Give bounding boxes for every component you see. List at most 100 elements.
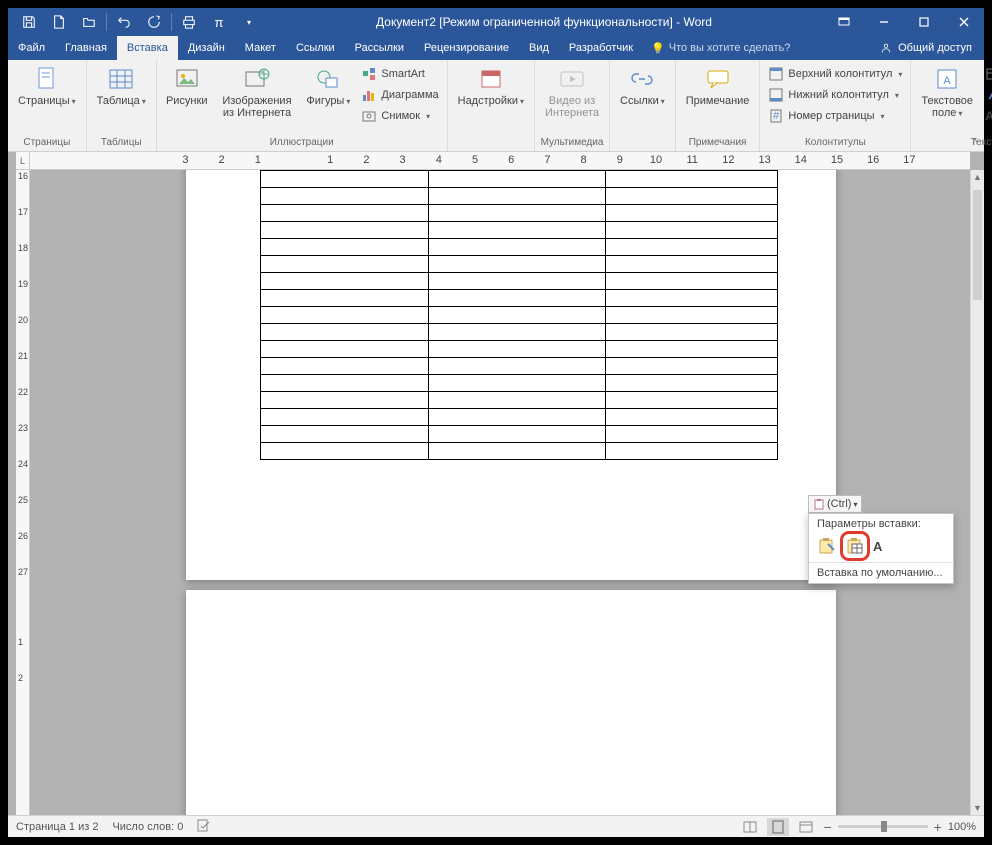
smartart-button[interactable]: SmartArt [357,64,442,84]
tab-design[interactable]: Дизайн [178,36,235,60]
online-pictures-button[interactable]: Изображения из Интернета [215,62,300,119]
web-layout-icon[interactable] [795,818,817,836]
table-cell[interactable] [429,239,606,256]
links-button[interactable]: Ссылки [614,62,671,108]
tab-file[interactable]: Файл [8,36,55,60]
maximize-button[interactable] [904,8,944,36]
tab-developer[interactable]: Разработчик [559,36,643,60]
table-cell[interactable] [261,341,429,358]
addins-button[interactable]: Надстройки [452,62,530,108]
shapes-button[interactable]: Фигуры [301,62,355,108]
screenshot-button[interactable]: Снимок [357,106,442,126]
table-cell[interactable] [429,375,606,392]
table-cell[interactable] [606,171,778,188]
table-cell[interactable] [261,222,429,239]
share-button[interactable]: Общий доступ [868,36,984,60]
table-cell[interactable] [606,256,778,273]
table-cell[interactable] [261,358,429,375]
table-cell[interactable] [606,341,778,358]
table-cell[interactable] [261,290,429,307]
table-cell[interactable] [429,205,606,222]
paste-keep-source-icon[interactable] [815,534,839,558]
document-table[interactable] [260,170,778,460]
new-doc-icon[interactable] [44,8,74,36]
table-cell[interactable] [261,443,429,460]
save-icon[interactable] [14,8,44,36]
table-cell[interactable] [429,443,606,460]
table-cell[interactable] [261,409,429,426]
paste-options-button[interactable]: (Ctrl)▾ [808,495,862,513]
vertical-scrollbar[interactable]: ▲ ▼ [970,170,984,815]
table-cell[interactable] [606,222,778,239]
tab-view[interactable]: Вид [519,36,559,60]
tab-insert[interactable]: Вставка [117,36,178,60]
table-cell[interactable] [261,392,429,409]
proofing-icon[interactable] [197,818,211,835]
tell-me-search[interactable]: 💡 Что вы хотите сделать? [651,36,790,60]
qat-customize-icon[interactable]: ▾ [234,8,264,36]
table-cell[interactable] [606,358,778,375]
table-cell[interactable] [606,290,778,307]
table-cell[interactable] [429,324,606,341]
tab-layout[interactable]: Макет [235,36,286,60]
table-cell[interactable] [261,273,429,290]
minimize-button[interactable] [864,8,904,36]
paste-text-only-icon[interactable]: A [873,539,882,554]
equation-icon[interactable]: π [204,8,234,36]
online-video-button[interactable]: Видео из Интернета [539,62,605,119]
table-cell[interactable] [606,324,778,341]
ruler-vertical[interactable]: 16171819202122232425262712 [16,170,30,815]
table-cell[interactable] [429,188,606,205]
table-cell[interactable] [261,188,429,205]
table-cell[interactable] [261,324,429,341]
zoom-in-icon[interactable]: + [934,819,942,835]
pages-button[interactable]: Страницы [12,62,82,108]
table-cell[interactable] [261,205,429,222]
ribbon-options-icon[interactable] [824,8,864,36]
table-cell[interactable] [606,409,778,426]
table-cell[interactable] [429,222,606,239]
document-area[interactable]: (Ctrl)▾ Параметры вставки: A Вставка по … [30,170,970,815]
undo-icon[interactable] [109,8,139,36]
word-count[interactable]: Число слов: 0 [112,821,183,833]
table-cell[interactable] [429,290,606,307]
chart-button[interactable]: Диаграмма [357,85,442,105]
comment-button[interactable]: Примечание [680,62,756,107]
table-cell[interactable] [261,375,429,392]
table-cell[interactable] [606,273,778,290]
ruler-horizontal[interactable]: 3211234567891011121314151617 [30,152,970,170]
tab-review[interactable]: Рецензирование [414,36,519,60]
zoom-out-icon[interactable]: − [823,819,831,835]
page-indicator[interactable]: Страница 1 из 2 [16,821,98,833]
pictures-button[interactable]: Рисунки [161,62,213,107]
table-cell[interactable] [606,239,778,256]
print-layout-icon[interactable] [767,818,789,836]
table-cell[interactable] [606,443,778,460]
table-cell[interactable] [429,409,606,426]
tab-mailings[interactable]: Рассылки [345,36,414,60]
table-button[interactable]: Таблица [91,62,152,108]
table-cell[interactable] [429,171,606,188]
zoom-slider[interactable] [838,825,928,828]
table-cell[interactable] [606,426,778,443]
wordart-button[interactable]: A [981,85,992,105]
tab-references[interactable]: Ссылки [286,36,345,60]
dropcap-button[interactable]: A≡ [981,106,992,126]
quickparts-button[interactable] [981,64,992,84]
textbox-button[interactable]: AТекстовое поле [915,62,979,120]
pagenum-button[interactable]: #Номер страницы [764,106,906,126]
close-button[interactable] [944,8,984,36]
table-cell[interactable] [261,171,429,188]
scroll-thumb[interactable] [973,190,982,300]
table-cell[interactable] [606,205,778,222]
table-cell[interactable] [261,426,429,443]
zoom-level[interactable]: 100% [948,821,976,833]
table-cell[interactable] [429,341,606,358]
table-cell[interactable] [261,307,429,324]
paste-nest-table-icon[interactable] [843,534,867,558]
paste-default-link[interactable]: Вставка по умолчанию... [809,562,953,583]
table-cell[interactable] [429,256,606,273]
table-cell[interactable] [606,392,778,409]
table-cell[interactable] [261,256,429,273]
collapse-ribbon-icon[interactable]: ˄ [972,136,978,147]
